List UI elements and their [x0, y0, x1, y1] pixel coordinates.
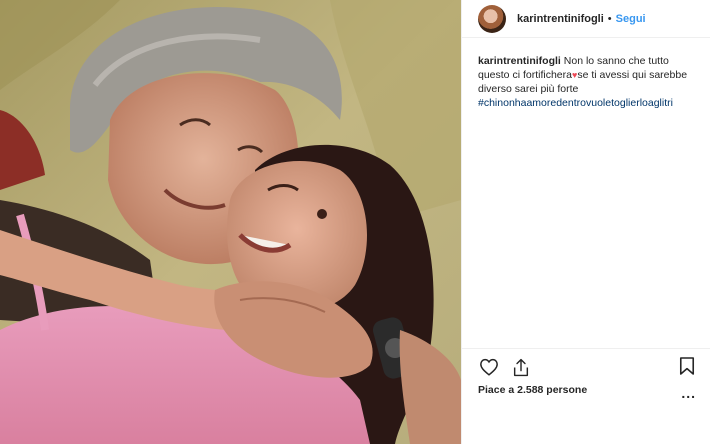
caption-hashtag-link[interactable]: #chinonhaamoredentrovuoletoglierloaglitr…: [478, 96, 694, 110]
bookmark-icon: [679, 357, 695, 375]
share-button[interactable]: [510, 356, 532, 378]
instagram-post: karintrentinifogli • Segui karintrentini…: [0, 0, 710, 444]
post-header: karintrentinifogli • Segui: [462, 0, 710, 38]
header-separator: •: [607, 12, 612, 25]
header-username[interactable]: karintrentinifogli: [517, 13, 604, 25]
like-button[interactable]: [478, 356, 500, 378]
avatar[interactable]: [478, 4, 506, 33]
action-icons-row: [478, 349, 695, 383]
likes-count[interactable]: Piace a 2.588 persone: [478, 384, 694, 396]
caption-username[interactable]: karintrentinifogli: [478, 55, 561, 67]
more-options-icon[interactable]: ...: [681, 385, 696, 401]
heart-outline-icon: [480, 358, 498, 376]
post-side-panel: karintrentinifogli • Segui karintrentini…: [461, 0, 710, 444]
post-photo[interactable]: [0, 0, 461, 444]
caption-area: karintrentinifogli Non lo sanno che tutt…: [462, 38, 710, 348]
save-button[interactable]: [676, 355, 698, 377]
follow-button[interactable]: Segui: [616, 13, 646, 25]
photo-illustration: [0, 0, 461, 444]
share-upload-icon: [513, 358, 529, 376]
actions-section: Piace a 2.588 persone ...: [462, 348, 710, 444]
